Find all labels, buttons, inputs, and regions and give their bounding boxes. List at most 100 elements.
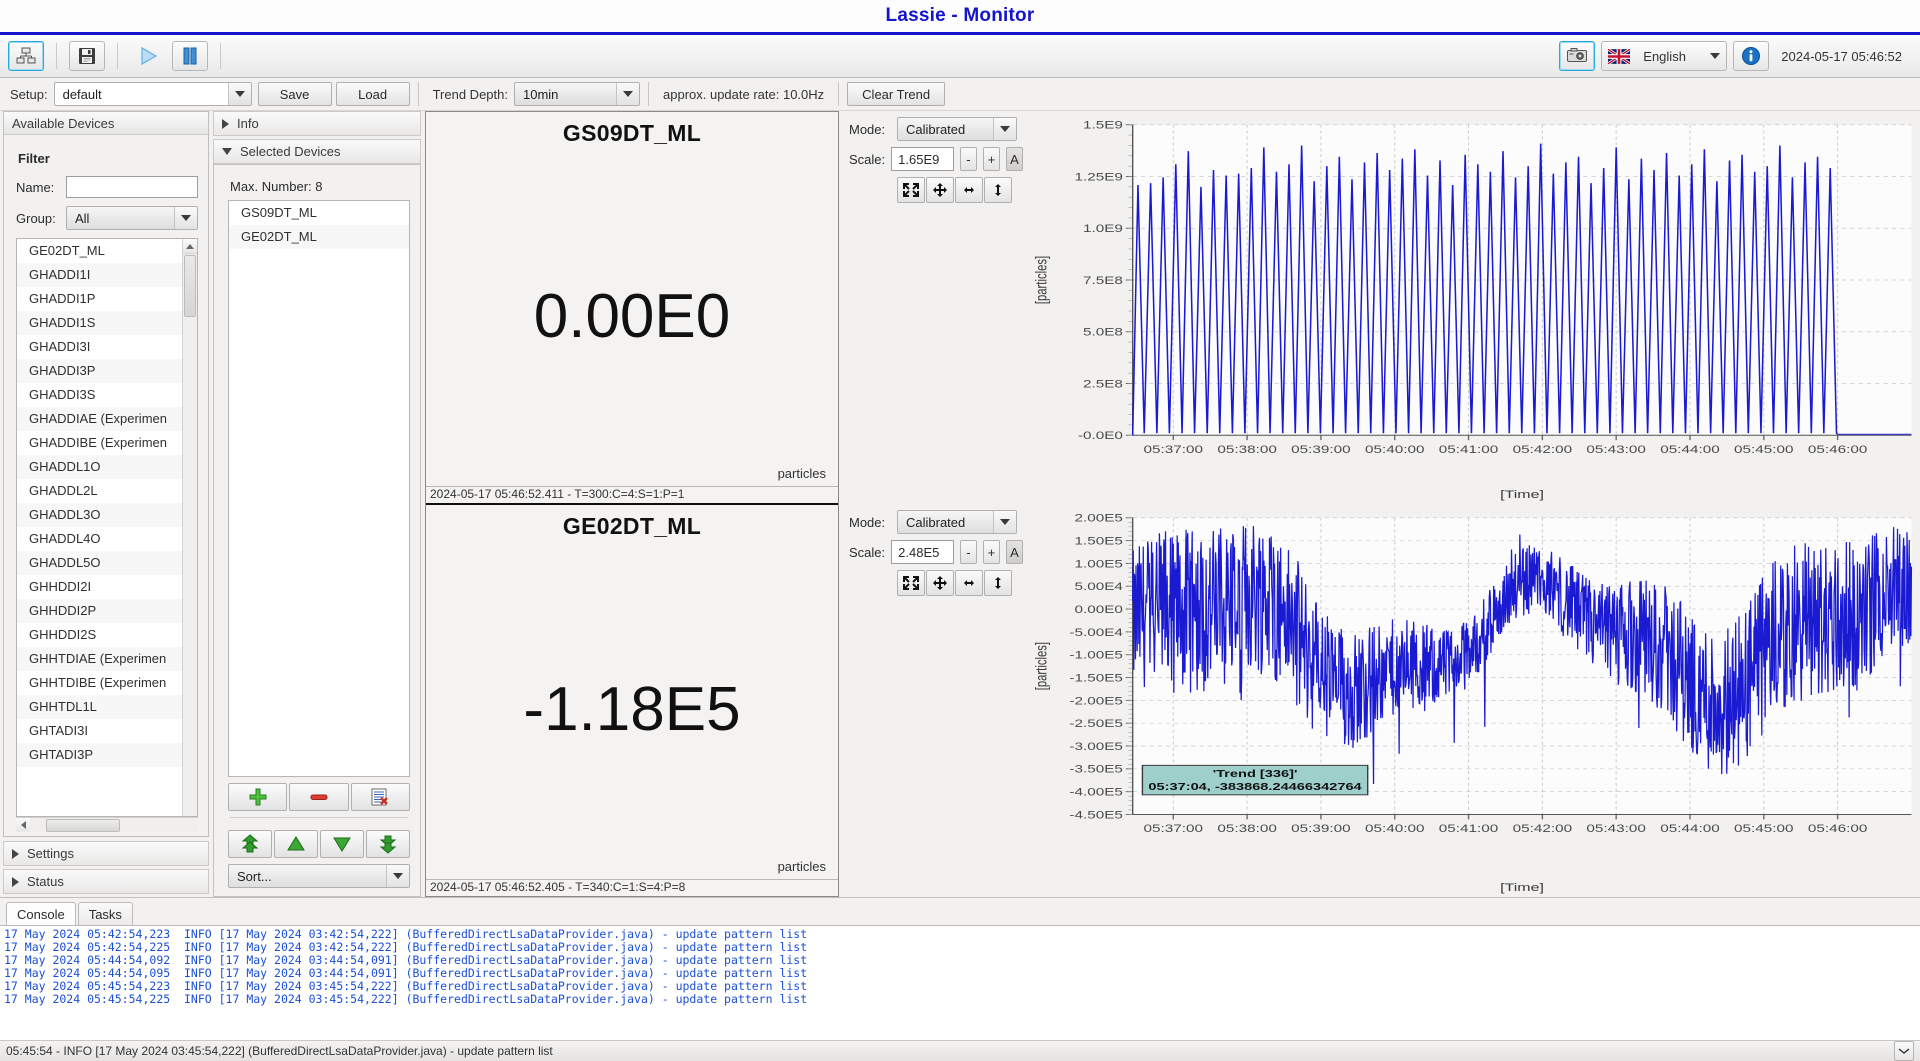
trend-depth-combo[interactable]: 10min — [514, 82, 640, 106]
list-item[interactable]: GHADDI3I — [17, 335, 182, 359]
collapse-console-button[interactable] — [1894, 1041, 1914, 1061]
zoom-fit-button-1[interactable] — [897, 177, 925, 203]
screenshot-button[interactable] — [1559, 41, 1596, 71]
tab-console[interactable]: Console — [6, 902, 76, 925]
list-item[interactable]: GHTADI3I — [17, 719, 182, 743]
zoom-buttons-1 — [897, 177, 1023, 203]
list-item[interactable]: GHADDI3S — [17, 383, 182, 407]
zoom-horizontal-button-2[interactable] — [955, 570, 983, 596]
settings-section[interactable]: Settings — [3, 841, 209, 866]
list-item[interactable]: GHADDL2L — [17, 479, 182, 503]
value-display-2[interactable]: GE02DT_ML -1.18E5 particles 2024-05-17 0… — [426, 505, 838, 896]
pan-button-2[interactable] — [926, 570, 954, 596]
info-section[interactable]: Info — [213, 111, 421, 136]
value-display-1-unit: particles — [777, 466, 826, 481]
selected-devices-list[interactable]: GS09DT_ML GE02DT_ML — [228, 200, 410, 777]
zoom-vertical-button-2[interactable] — [984, 570, 1012, 596]
scale-input-1[interactable]: 1.65E9 — [891, 147, 954, 171]
list-item[interactable]: GHHDDI2I — [17, 575, 182, 599]
console-log[interactable]: 17 May 2024 05:42:54,223 INFO [17 May 20… — [0, 925, 1920, 1040]
list-item[interactable]: GHHTDIAE (Experimen — [17, 647, 182, 671]
list-item[interactable]: GHADDL3O — [17, 503, 182, 527]
available-devices-list[interactable]: GE02DT_ML GHADDI1I GHADDI1P GHADDI1S GHADDI3… — [16, 238, 198, 817]
clear-list-button[interactable] — [350, 783, 410, 811]
setup-combo[interactable]: default — [53, 82, 252, 106]
svg-text:'Trend [336]': 'Trend [336]' — [1213, 768, 1298, 779]
list-item[interactable]: GHTADI3P — [17, 743, 182, 767]
list-item[interactable]: GE02DT_ML — [229, 225, 409, 249]
sort-combo[interactable]: Sort... — [228, 864, 410, 888]
x-axis-tick: 05:41:00 — [1439, 443, 1499, 455]
list-item[interactable]: GHADDI1S — [17, 311, 182, 335]
clear-trend-button[interactable]: Clear Trend — [847, 82, 946, 106]
scale-plus-button-2[interactable]: + — [982, 540, 1000, 564]
move-down-button[interactable] — [320, 830, 364, 858]
pan-button-1[interactable] — [926, 177, 954, 203]
list-item[interactable]: GHADDI3P — [17, 359, 182, 383]
scroll-left-button[interactable] — [16, 818, 30, 832]
list-item[interactable]: GHHTDIBE (Experimen — [17, 671, 182, 695]
list-item[interactable]: GHADDL4O — [17, 527, 182, 551]
play-button[interactable] — [130, 41, 166, 71]
list-item[interactable]: GHADDIAE (Experimen — [17, 407, 182, 431]
zoom-fit-button-2[interactable] — [897, 570, 925, 596]
scale-minus-button-1[interactable]: - — [959, 147, 977, 171]
available-devices-hscrollbar[interactable] — [16, 817, 198, 832]
clear-separator — [838, 82, 840, 106]
x-axis-tick: 05:42:00 — [1513, 443, 1573, 455]
value-display-1[interactable]: GS09DT_ML 0.00E0 particles 2024-05-17 05… — [426, 112, 838, 505]
add-device-button[interactable] — [228, 783, 288, 811]
devices-tree-button[interactable] — [8, 41, 44, 71]
list-item[interactable]: GHADDI1I — [17, 263, 182, 287]
language-selector[interactable]: English — [1601, 41, 1728, 71]
list-item[interactable]: GHADDIBE (Experimen — [17, 431, 182, 455]
filter-group-combo[interactable]: All — [66, 206, 198, 230]
remove-device-button[interactable] — [289, 783, 349, 811]
scroll-up-button[interactable] — [183, 239, 197, 254]
value-display-1-value: 0.00E0 — [533, 282, 731, 351]
y-axis-label: [particles] — [1031, 642, 1049, 690]
list-item[interactable]: GE02DT_ML — [17, 239, 182, 263]
scrollbar-thumb[interactable] — [184, 255, 196, 317]
trend-chart-bottom[interactable]: 2.00E5 1.50E5 1.00E5 5.00E4 0.00E0 -5.00E4 -1.… — [1027, 504, 1917, 897]
zoom-horizontal-button-1[interactable] — [955, 177, 983, 203]
pause-button[interactable] — [172, 41, 208, 71]
filter-name-input[interactable] — [66, 176, 198, 198]
move-to-top-button[interactable] — [228, 830, 272, 858]
mode-combo-2[interactable]: Calibrated — [897, 510, 1017, 534]
list-item[interactable]: GHADDL1O — [17, 455, 182, 479]
list-item[interactable]: GHADDL5O — [17, 551, 182, 575]
move-up-button[interactable] — [274, 830, 318, 858]
tab-tasks[interactable]: Tasks — [77, 902, 133, 925]
selected-devices-header[interactable]: Selected Devices — [213, 139, 421, 164]
info-button[interactable] — [1733, 41, 1770, 71]
scale-minus-button-2[interactable]: - — [959, 540, 977, 564]
scale-plus-button-1[interactable]: + — [982, 147, 1000, 171]
mode-combo-arrow-1 — [993, 118, 1016, 140]
available-devices-header: Available Devices — [4, 112, 208, 135]
setup-load-button[interactable]: Load — [335, 82, 410, 106]
save-button[interactable] — [69, 41, 105, 71]
available-devices-list-items[interactable]: GE02DT_ML GHADDI1I GHADDI1P GHADDI1S GHADDI3… — [17, 239, 182, 816]
mode-combo-1[interactable]: Calibrated — [897, 117, 1017, 141]
scale-auto-button-1[interactable]: A — [1005, 147, 1023, 171]
move-to-bottom-button[interactable] — [366, 830, 410, 858]
list-item[interactable]: GHADDI1P — [17, 287, 182, 311]
list-item[interactable]: GS09DT_ML — [229, 201, 409, 225]
zoom-vertical-button-1[interactable] — [984, 177, 1012, 203]
selected-devices-body: Max. Number: 8 GS09DT_ML GE02DT_ML Sort.… — [213, 164, 421, 897]
scale-auto-button-2[interactable]: A — [1005, 540, 1023, 564]
list-item[interactable]: GHHTDL1L — [17, 695, 182, 719]
x-axis-label: [Time] — [1500, 487, 1544, 500]
list-item[interactable]: GHHDDI2P — [17, 599, 182, 623]
chart-controls-1: Mode: Calibrated Scale: 1.65E9 - + A — [843, 111, 1023, 504]
hscrollbar-thumb[interactable] — [46, 818, 120, 832]
window-title: Lassie - Monitor — [885, 5, 1035, 26]
list-item[interactable]: GHHDDI2S — [17, 623, 182, 647]
status-section[interactable]: Status — [3, 869, 209, 894]
available-devices-scrollbar[interactable] — [182, 239, 197, 816]
setup-save-button[interactable]: Save — [257, 82, 332, 106]
scale-input-2[interactable]: 2.48E5 — [891, 540, 954, 564]
filter-title: Filter — [18, 151, 50, 166]
trend-chart-top[interactable]: 1.5E9 1.25E9 1.0E9 7.5E8 5.0E8 2.5E8 -0.0E0 05:… — [1027, 111, 1917, 504]
